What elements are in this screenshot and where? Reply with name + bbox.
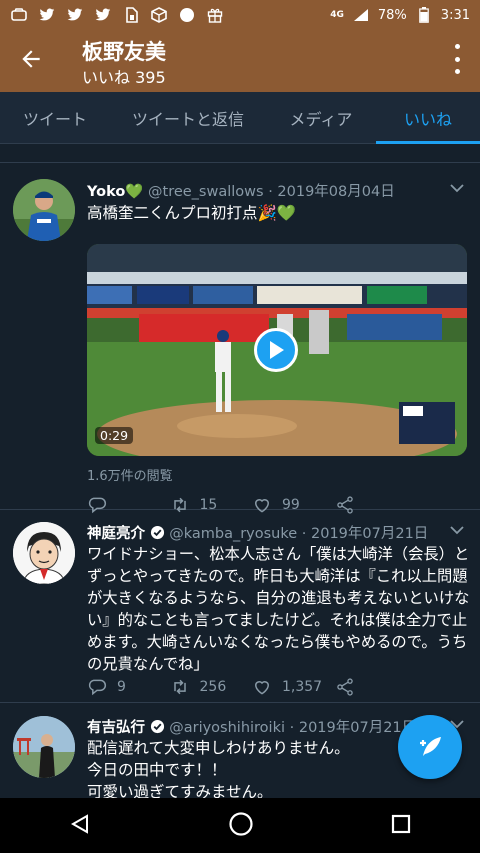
avatar[interactable] bbox=[13, 179, 75, 241]
notification-icon bbox=[10, 7, 28, 23]
network-type: 4G bbox=[330, 10, 344, 20]
twitter-bird-icon bbox=[38, 7, 56, 23]
more-options-button[interactable] bbox=[452, 44, 462, 74]
app-bar: 板野友美 いいね 395 bbox=[0, 30, 480, 92]
arrow-left-icon bbox=[22, 50, 40, 68]
user-handle: @kamba_ryosuke bbox=[169, 526, 298, 542]
tweet-text: ワイドナショー、松本人志さん「僕は大崎洋（会長）とずっとやってきたので。昨日も大… bbox=[87, 545, 470, 673]
twitter-bird-icon bbox=[66, 7, 84, 23]
page-subtitle: いいね 395 bbox=[82, 68, 166, 87]
reply-icon bbox=[88, 679, 107, 696]
tab-likes[interactable]: いいね bbox=[376, 92, 480, 144]
share-icon bbox=[336, 678, 353, 696]
back-nav-button[interactable] bbox=[69, 813, 91, 839]
tab-tweets[interactable]: ツイート bbox=[0, 92, 110, 144]
square-recents-icon bbox=[392, 814, 411, 833]
retweet-icon bbox=[173, 679, 186, 695]
compose-feather-icon bbox=[420, 737, 441, 756]
status-bar: 4G 78% 3:31 bbox=[0, 0, 480, 30]
tweet-header: 有吉弘行 @ariyoshihiroiki · 2019年07月21日 bbox=[87, 716, 416, 738]
dot-icon bbox=[454, 56, 460, 62]
triangle-back-icon bbox=[70, 813, 88, 834]
system-navigation-bar bbox=[0, 798, 480, 853]
profile-tabs: ツイート ツイートと返信 メディア いいね bbox=[0, 92, 480, 144]
video-player[interactable]: 0:29 bbox=[87, 244, 467, 456]
circle-icon bbox=[178, 7, 196, 23]
view-count: 1.6万件の閲覧 bbox=[87, 469, 173, 484]
tweet-actions: 9 256 1,357 bbox=[87, 675, 417, 699]
user-handle: @ariyoshihiroiki bbox=[169, 720, 286, 736]
like-count: 1,357 bbox=[282, 679, 323, 695]
verified-icon bbox=[150, 719, 165, 738]
display-name[interactable]: Yoko💚 bbox=[87, 184, 143, 200]
recents-nav-button[interactable] bbox=[391, 814, 411, 838]
reply-button[interactable]: 9 bbox=[87, 677, 170, 697]
dot-icon bbox=[454, 44, 460, 49]
tweet[interactable]: Yoko💚 @tree_swallows · 2019年08月04日 高橋奎二く… bbox=[0, 164, 480, 514]
tweet-date: · 2019年07月21日 bbox=[289, 720, 417, 736]
like-button[interactable]: 1,357 bbox=[252, 677, 335, 697]
gift-icon bbox=[206, 7, 224, 23]
chevron-down-icon bbox=[450, 526, 464, 535]
back-button[interactable] bbox=[18, 46, 48, 76]
video-duration: 0:29 bbox=[95, 427, 134, 444]
avatar[interactable] bbox=[13, 522, 75, 584]
sim-card-icon bbox=[122, 7, 140, 23]
play-button[interactable] bbox=[254, 328, 298, 372]
display-name[interactable]: 神庭亮介 bbox=[87, 526, 145, 542]
previous-tweet-actions bbox=[0, 145, 480, 163]
box-icon bbox=[150, 7, 168, 23]
tweet-header: 神庭亮介 @kamba_ryosuke · 2019年07月21日 bbox=[87, 522, 428, 544]
battery-percent: 78% bbox=[377, 7, 407, 23]
tweet-text-line: 可愛い過ぎてすみません。 bbox=[87, 783, 273, 798]
heart-icon bbox=[254, 681, 270, 695]
play-icon bbox=[270, 341, 284, 359]
page-title: 板野友美 bbox=[82, 40, 166, 64]
display-name[interactable]: 有吉弘行 bbox=[87, 720, 145, 736]
tab-media[interactable]: メディア bbox=[266, 92, 376, 144]
signal-icon bbox=[352, 7, 370, 23]
tweet-text: 高橋奎二くんプロ初打点🎉💚 bbox=[87, 204, 297, 222]
user-handle: @tree_swallows bbox=[148, 184, 264, 200]
tweet-menu-button[interactable] bbox=[450, 181, 464, 193]
twitter-bird-icon bbox=[94, 7, 112, 23]
share-button[interactable] bbox=[335, 677, 418, 697]
tweet-header: Yoko💚 @tree_swallows · 2019年08月04日 bbox=[87, 180, 395, 201]
circle-home-icon bbox=[229, 811, 253, 836]
timeline[interactable]: Yoko💚 @tree_swallows · 2019年08月04日 高橋奎二く… bbox=[0, 145, 480, 798]
verified-icon bbox=[150, 525, 165, 544]
tweet-date: · 2019年07月21日 bbox=[301, 526, 429, 542]
avatar[interactable] bbox=[13, 716, 75, 778]
retweet-button[interactable]: 256 bbox=[170, 677, 253, 697]
chevron-down-icon bbox=[450, 184, 464, 193]
reply-count: 9 bbox=[117, 679, 126, 695]
compose-tweet-button[interactable] bbox=[398, 715, 462, 779]
tweet-menu-button[interactable] bbox=[450, 523, 464, 535]
dot-icon bbox=[454, 69, 460, 74]
retweet-count: 256 bbox=[199, 679, 227, 695]
tweet-date: · 2019年08月04日 bbox=[268, 184, 395, 200]
home-nav-button[interactable] bbox=[228, 811, 254, 841]
battery-icon bbox=[415, 7, 433, 23]
clock: 3:31 bbox=[440, 7, 470, 23]
tab-tweets-and-replies[interactable]: ツイートと返信 bbox=[110, 92, 266, 144]
